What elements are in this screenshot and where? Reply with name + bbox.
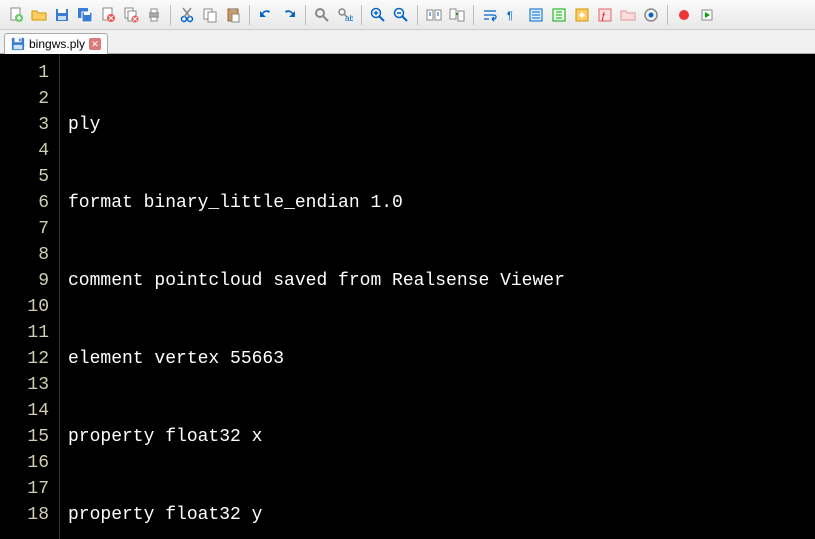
code-line: ply	[68, 112, 807, 138]
code-content[interactable]: ply format binary_little_endian 1.0 comm…	[60, 54, 815, 539]
clone-doc-icon[interactable]	[447, 5, 467, 25]
line-number: 10	[6, 294, 49, 320]
toolbar-separator	[249, 5, 250, 25]
udl-icon[interactable]: ƒ	[595, 5, 615, 25]
close-file-icon[interactable]	[98, 5, 118, 25]
diff-icon[interactable]	[572, 5, 592, 25]
toolbar-separator	[473, 5, 474, 25]
sync-scroll-icon[interactable]	[424, 5, 444, 25]
show-symbol-icon[interactable]	[549, 5, 569, 25]
code-line: element vertex 55663	[68, 346, 807, 372]
svg-text:ab: ab	[345, 14, 353, 23]
toolbar-separator	[170, 5, 171, 25]
svg-text:ƒ: ƒ	[601, 11, 606, 21]
show-chars-icon[interactable]: ¶	[503, 5, 523, 25]
line-number: 18	[6, 502, 49, 528]
line-number: 5	[6, 164, 49, 190]
file-tab[interactable]: bingws.ply ✕	[4, 33, 108, 54]
save-state-icon	[11, 37, 25, 51]
line-number: 14	[6, 398, 49, 424]
toolbar-separator	[361, 5, 362, 25]
editor-area[interactable]: 123456789101112131415161718 ply format b…	[0, 54, 815, 539]
redo-icon[interactable]	[279, 5, 299, 25]
record-icon[interactable]	[674, 5, 694, 25]
line-number: 17	[6, 476, 49, 502]
line-number: 4	[6, 138, 49, 164]
line-number: 9	[6, 268, 49, 294]
line-number-gutter: 123456789101112131415161718	[0, 54, 60, 539]
open-folder-icon[interactable]	[29, 5, 49, 25]
code-line: property float32 y	[68, 502, 807, 528]
paste-icon[interactable]	[223, 5, 243, 25]
replace-icon[interactable]: ab	[335, 5, 355, 25]
indent-guide-icon[interactable]	[526, 5, 546, 25]
line-number: 1	[6, 60, 49, 86]
close-all-icon[interactable]	[121, 5, 141, 25]
tab-filename: bingws.ply	[29, 37, 85, 51]
line-number: 12	[6, 346, 49, 372]
monitoring-icon[interactable]	[641, 5, 661, 25]
code-line: format binary_little_endian 1.0	[68, 190, 807, 216]
find-icon[interactable]	[312, 5, 332, 25]
copy-icon[interactable]	[200, 5, 220, 25]
zoom-out-icon[interactable]	[391, 5, 411, 25]
print-icon[interactable]	[144, 5, 164, 25]
main-toolbar: ab ¶ ƒ	[0, 0, 815, 30]
line-number: 16	[6, 450, 49, 476]
undo-icon[interactable]	[256, 5, 276, 25]
code-line: property float32 x	[68, 424, 807, 450]
cut-icon[interactable]	[177, 5, 197, 25]
wrap-icon[interactable]	[480, 5, 500, 25]
line-number: 13	[6, 372, 49, 398]
line-number: 7	[6, 216, 49, 242]
code-line: comment pointcloud saved from Realsense …	[68, 268, 807, 294]
line-number: 11	[6, 320, 49, 346]
toolbar-separator	[417, 5, 418, 25]
folder-as-workspace-icon[interactable]	[618, 5, 638, 25]
toolbar-separator	[667, 5, 668, 25]
save-icon[interactable]	[52, 5, 72, 25]
line-number: 2	[6, 86, 49, 112]
save-all-icon[interactable]	[75, 5, 95, 25]
svg-text:¶: ¶	[507, 10, 513, 22]
line-number: 3	[6, 112, 49, 138]
line-number: 6	[6, 190, 49, 216]
new-file-icon[interactable]	[6, 5, 26, 25]
line-number: 15	[6, 424, 49, 450]
play-icon[interactable]	[697, 5, 717, 25]
toolbar-separator	[305, 5, 306, 25]
zoom-in-icon[interactable]	[368, 5, 388, 25]
line-number: 8	[6, 242, 49, 268]
tab-bar: bingws.ply ✕	[0, 30, 815, 54]
tab-close-icon[interactable]: ✕	[89, 38, 101, 50]
